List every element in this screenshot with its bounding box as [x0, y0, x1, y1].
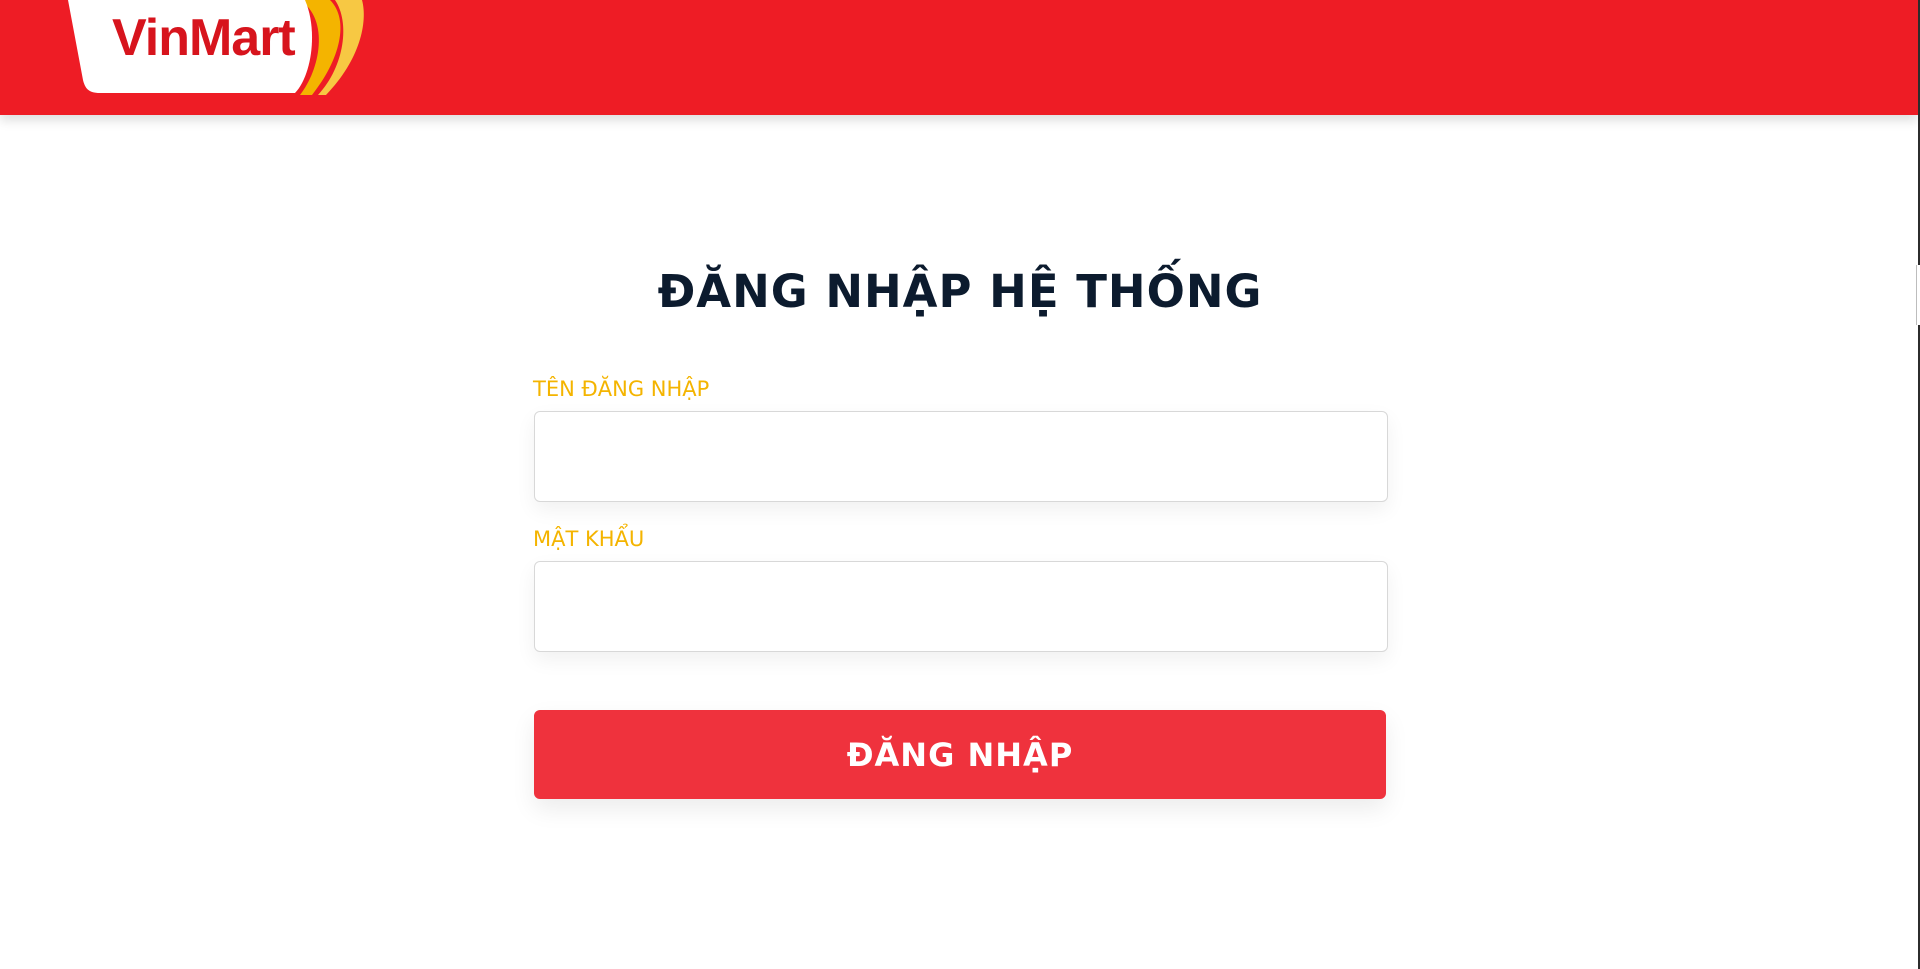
brand-logo[interactable]: VinMart [0, 0, 400, 95]
page: VinMart ĐĂNG NHẬP HỆ THỐNG TÊN ĐĂNG NHẬP… [0, 0, 1920, 969]
login-button[interactable]: ĐĂNG NHẬP [534, 710, 1386, 799]
top-header: VinMart [0, 0, 1918, 115]
username-input[interactable] [534, 411, 1388, 502]
username-label: TÊN ĐĂNG NHẬP [533, 377, 710, 401]
login-title: ĐĂNG NHẬP HỆ THỐNG [657, 265, 1263, 318]
password-input[interactable] [534, 561, 1388, 652]
brand-name: VinMart [112, 9, 296, 67]
password-label: MẬT KHẨU [533, 527, 645, 551]
